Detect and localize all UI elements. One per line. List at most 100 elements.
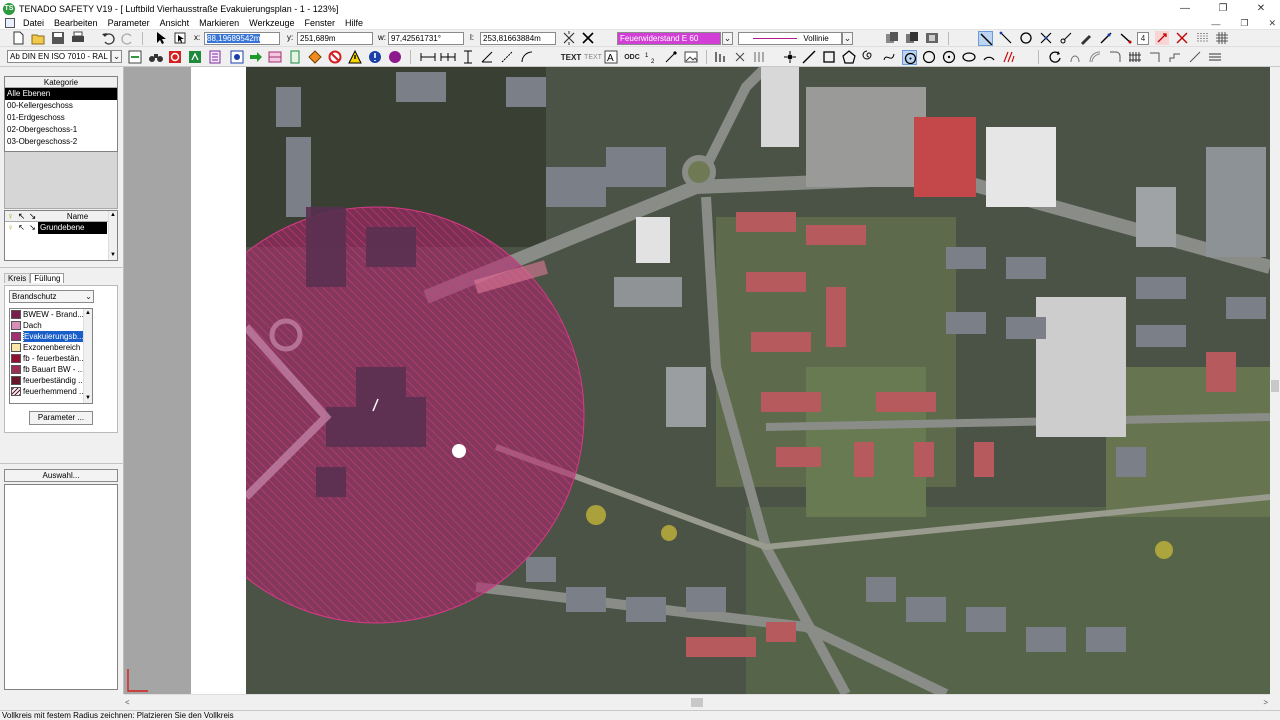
line-style-dropdown[interactable]: Vollinie xyxy=(738,32,842,45)
ebenen-scrollbar[interactable]: ▲ ▼ xyxy=(108,211,117,260)
tab-fuellung[interactable]: Füllung xyxy=(30,273,65,283)
spiral-tool-icon[interactable] xyxy=(862,50,876,64)
document-icon[interactable] xyxy=(5,18,15,28)
extend-tool-icon[interactable] xyxy=(1155,31,1169,45)
auswahl-button[interactable]: Auswahl... xyxy=(4,469,118,482)
odc-button[interactable]: ODC xyxy=(623,50,641,64)
layer-editable-icon[interactable]: ↘ xyxy=(27,222,38,234)
snap-select-icon[interactable] xyxy=(173,31,187,45)
select-arrow-icon[interactable] xyxy=(153,31,167,45)
cross-tool-icon[interactable] xyxy=(1039,31,1053,45)
menu-werkzeuge[interactable]: Werkzeuge xyxy=(244,18,299,28)
menu-datei[interactable]: Datei xyxy=(18,18,49,28)
minimize-button[interactable]: — xyxy=(1166,0,1204,17)
new-file-icon[interactable] xyxy=(12,31,25,45)
kategorie-item-erdgeschoss[interactable]: 01-Erdgeschoss xyxy=(5,112,117,124)
menu-parameter[interactable]: Parameter xyxy=(103,18,155,28)
fill-list-item[interactable]: Exzonenbereich xyxy=(10,342,92,353)
close-button[interactable]: ✕ xyxy=(1242,0,1280,17)
scroll-left-icon[interactable]: < xyxy=(125,698,130,707)
knife-tool-icon[interactable] xyxy=(1099,31,1113,45)
fill-list-item[interactable]: feuerhemmend ... xyxy=(10,386,92,397)
line-draw-icon[interactable] xyxy=(802,50,816,64)
dimension-horizontal-icon[interactable] xyxy=(420,50,436,64)
layer-row[interactable]: ♀ ↖ ↘ Grundebene xyxy=(5,222,117,234)
numbering-icon[interactable]: 12 xyxy=(644,50,658,64)
print-icon[interactable] xyxy=(71,31,85,45)
prohibition-sign-icon[interactable] xyxy=(328,50,342,64)
fill-style-dropdown[interactable]: Feuerwiderstand E 60 xyxy=(617,32,721,45)
drawing-canvas[interactable] xyxy=(246,67,1270,694)
fill-list-item[interactable]: Dach xyxy=(10,320,92,331)
fill-list-item[interactable]: fb Bauart BW - ... xyxy=(10,364,92,375)
dimension-radius-icon[interactable] xyxy=(500,50,514,64)
dimension-arc-icon[interactable] xyxy=(520,50,534,64)
circle-tool2-icon[interactable] xyxy=(922,50,936,64)
image-icon[interactable] xyxy=(684,50,698,64)
circle-three-point-icon[interactable] xyxy=(942,50,956,64)
layer-group-icon[interactable] xyxy=(925,31,939,45)
mandatory-sign-icon[interactable] xyxy=(368,50,382,64)
point-tool-icon[interactable] xyxy=(783,50,797,64)
lines-icon[interactable] xyxy=(1208,50,1222,64)
fire-alarm-symbol-icon[interactable] xyxy=(168,50,182,64)
scissors-icon[interactable] xyxy=(1059,31,1073,45)
binoculars-icon[interactable] xyxy=(148,50,164,64)
rectangle-tool-icon[interactable] xyxy=(822,50,836,64)
polygon-tool-icon[interactable] xyxy=(842,50,856,64)
polyline-tool-icon[interactable] xyxy=(999,31,1013,45)
menu-markieren[interactable]: Markieren xyxy=(194,18,244,28)
line-style-dropdown-arrow[interactable]: ⌄ xyxy=(842,32,853,45)
mirror-icon[interactable] xyxy=(1068,50,1082,64)
offset-icon[interactable] xyxy=(1088,50,1102,64)
fillet-icon[interactable] xyxy=(1108,50,1122,64)
delete-segment-icon[interactable] xyxy=(1175,31,1189,45)
corner-icon[interactable] xyxy=(1148,50,1162,64)
cancel-input-icon[interactable] xyxy=(581,31,595,45)
warning-sign-icon[interactable] xyxy=(348,50,362,64)
scroll-right-icon[interactable]: > xyxy=(1263,698,1268,707)
l-length-field[interactable]: 253,81663884m xyxy=(480,32,556,45)
diagonal-icon[interactable] xyxy=(1188,50,1202,64)
arc-tool-icon[interactable] xyxy=(982,50,996,64)
vertical-scrollbar[interactable] xyxy=(1270,67,1280,694)
tab-kreis[interactable]: Kreis xyxy=(4,273,31,283)
line-tool-icon[interactable] xyxy=(978,31,993,46)
kategorie-item-obergeschoss-2[interactable]: 03-Obergeschoss-2 xyxy=(5,136,117,148)
doc-minimize-icon[interactable]: — xyxy=(1211,19,1220,29)
fill-list-scrollbar[interactable]: ▲ ▼ xyxy=(83,309,92,403)
text-style-icon[interactable]: A xyxy=(604,50,618,64)
menu-ansicht[interactable]: Ansicht xyxy=(155,18,195,28)
panel-symbol-icon[interactable] xyxy=(268,50,282,64)
brush-tool-icon[interactable] xyxy=(1079,31,1093,45)
circle-fixed-radius-icon[interactable] xyxy=(902,50,917,65)
undo-icon[interactable] xyxy=(101,31,115,45)
redo-icon[interactable] xyxy=(121,31,135,45)
standard-dropdown-arrow[interactable]: ⌄ xyxy=(111,50,122,63)
layer-visible-icon[interactable]: ♀ xyxy=(5,222,16,234)
open-folder-icon[interactable] xyxy=(31,31,45,45)
vertical-scroll-thumb[interactable] xyxy=(1271,380,1279,392)
kategorie-item-kellergeschoss[interactable]: 00-Kellergeschoss xyxy=(5,100,117,112)
menu-fenster[interactable]: Fenster xyxy=(299,18,340,28)
fill-category-dropdown[interactable]: Brandschutz xyxy=(9,290,94,303)
trim-tool-icon[interactable] xyxy=(1119,31,1133,45)
info-sign-icon[interactable] xyxy=(230,50,244,64)
freehand-tool-icon[interactable] xyxy=(882,50,896,64)
w-angle-field[interactable]: 97,42561731° xyxy=(388,32,464,45)
text-tool-button[interactable]: TEXT xyxy=(561,50,581,64)
rotate-icon[interactable] xyxy=(1048,50,1062,64)
standard-dropdown[interactable]: Ab DIN EN ISO 7010 - RAL xyxy=(7,50,111,63)
fill-list-item[interactable]: Evakuierungsb... xyxy=(10,331,92,342)
direction-arrow-icon[interactable] xyxy=(249,50,263,64)
doc-close-icon[interactable]: ✕ xyxy=(1268,18,1276,29)
symbol-flip-icon[interactable] xyxy=(752,50,766,64)
grid-icon[interactable] xyxy=(1215,31,1229,45)
hatch-tool-icon[interactable] xyxy=(1002,50,1016,64)
layer-name-grundebene[interactable]: Grundebene xyxy=(38,222,107,234)
horizontal-scroll-thumb[interactable] xyxy=(691,698,703,707)
kategorie-item-alle-ebenen[interactable]: Alle Ebenen xyxy=(5,88,117,100)
symbol-library-icon[interactable] xyxy=(714,50,728,64)
fill-list-item[interactable]: feuerbeständig ... xyxy=(10,375,92,386)
maximize-button[interactable]: ❐ xyxy=(1204,0,1242,17)
